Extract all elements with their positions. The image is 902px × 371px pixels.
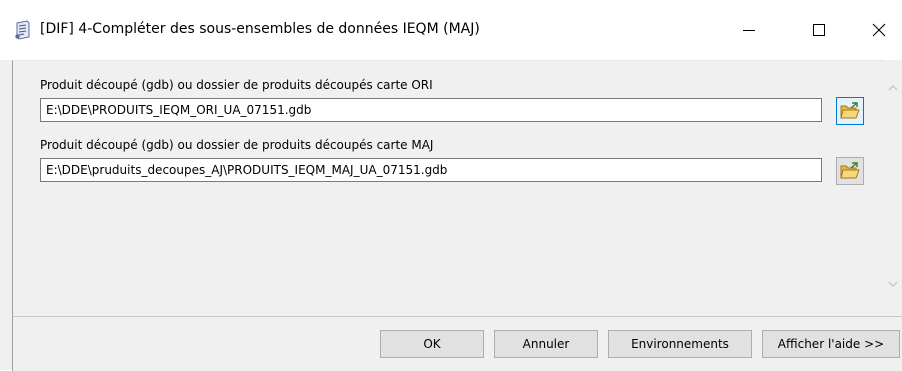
- close-button[interactable]: [856, 12, 902, 48]
- ori-field-label: Produit découpé (gdb) ou dossier de prod…: [40, 78, 433, 92]
- show-help-button[interactable]: Afficher l'aide >>: [762, 330, 900, 358]
- open-folder-icon: [840, 102, 860, 119]
- tool-dialog-window: [DIF] 4-Compléter des sous-ensembles de …: [0, 0, 902, 371]
- maj-field-label: Produit découpé (gdb) ou dossier de prod…: [40, 138, 434, 152]
- vertical-scrollbar[interactable]: [884, 60, 902, 316]
- scroll-up-icon[interactable]: [887, 82, 899, 94]
- cancel-button[interactable]: Annuler: [494, 330, 598, 358]
- close-icon: [872, 23, 886, 37]
- maj-browse-button[interactable]: [836, 157, 864, 185]
- minimize-icon: [743, 30, 755, 31]
- window-title: [DIF] 4-Compléter des sous-ensembles de …: [40, 21, 480, 37]
- environments-button[interactable]: Environnements: [608, 330, 752, 358]
- maj-path-input[interactable]: E:\DDE\pruduits_decoupes_AJ\PRODUITS_IEQ…: [40, 158, 822, 182]
- minimize-button[interactable]: [726, 12, 772, 48]
- open-folder-icon: [840, 162, 860, 179]
- ori-browse-button[interactable]: [836, 97, 864, 125]
- script-tool-icon: [14, 20, 32, 40]
- title-bar: [DIF] 4-Compléter des sous-ensembles de …: [0, 0, 902, 60]
- ok-button[interactable]: OK: [380, 330, 484, 358]
- maximize-icon: [813, 24, 825, 36]
- ori-path-input[interactable]: E:\DDE\PRODUITS_IEQM_ORI_UA_07151.gdb: [40, 98, 822, 122]
- maximize-button[interactable]: [796, 12, 842, 48]
- scroll-down-icon[interactable]: [887, 278, 899, 290]
